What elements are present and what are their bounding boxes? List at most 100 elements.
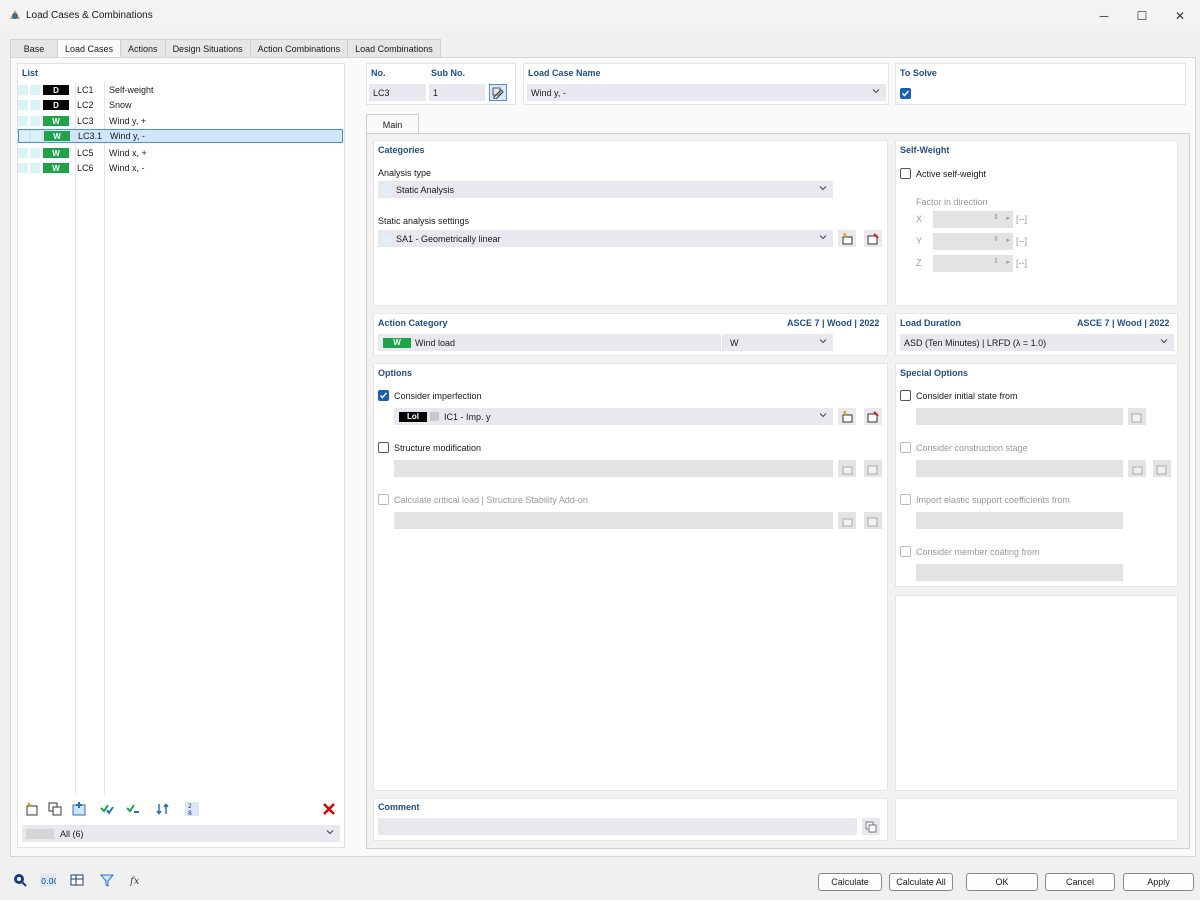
color-swatch — [30, 116, 40, 126]
new-stage-icon[interactable] — [1128, 460, 1146, 477]
list-item[interactable]: W LC5 Wind x, + — [18, 146, 343, 160]
list-header: List — [22, 68, 39, 78]
action-category-standard: ASCE 7 | Wood | 2022 — [787, 318, 880, 328]
list-item[interactable]: W LC6 Wind x, - — [18, 161, 343, 175]
load-case-name-select[interactable]: Wind y, - — [527, 84, 886, 101]
list-item[interactable]: W LC3 Wind y, + — [18, 114, 343, 128]
critical-load-select[interactable] — [394, 512, 833, 529]
list-panel — [17, 63, 345, 848]
comment-library-icon[interactable] — [862, 818, 880, 835]
chevron-down-icon — [819, 413, 827, 418]
new-critical-icon[interactable] — [838, 512, 856, 529]
active-self-weight-checkbox[interactable] — [900, 168, 911, 179]
analysis-type-select[interactable]: Static Analysis — [378, 181, 833, 198]
comment-label: Comment — [378, 802, 420, 812]
edit-imperfection-icon[interactable] — [864, 408, 882, 425]
list-item-id: LC1 — [77, 85, 94, 95]
subno-field[interactable]: 1 — [429, 84, 485, 101]
list-item[interactable]: D LC2 Snow — [18, 98, 343, 112]
calculate-all-button[interactable]: Calculate All — [889, 873, 953, 891]
factor-x-field[interactable]: ⇕ ▸ — [933, 211, 1013, 228]
uncheck-icon[interactable] — [125, 801, 141, 817]
structure-modification-select[interactable] — [394, 460, 833, 477]
elastic-support-checkbox[interactable] — [900, 494, 911, 505]
special-options-title: Special Options — [900, 368, 969, 378]
tab-load-cases[interactable]: Load Cases — [57, 39, 122, 58]
static-settings-select[interactable]: SA1 - Geometrically linear — [378, 230, 833, 247]
elastic-support-select[interactable] — [916, 512, 1123, 529]
consider-imperfection-checkbox[interactable] — [378, 390, 389, 401]
filter-icon[interactable] — [99, 872, 115, 888]
tab-action-combinations[interactable]: Action Combinations — [249, 39, 349, 57]
tab-design-situations[interactable]: Design Situations — [164, 39, 251, 57]
ok-button[interactable]: OK — [966, 873, 1038, 891]
structure-modification-checkbox[interactable] — [378, 442, 389, 453]
construction-stage-checkbox[interactable] — [900, 442, 911, 453]
list-filter-select[interactable]: All (6) — [22, 825, 340, 842]
formula-icon[interactable]: fx — [128, 872, 144, 888]
renumber-icon[interactable] — [155, 801, 171, 817]
member-coating-select[interactable] — [916, 564, 1123, 581]
load-duration-standard: ASCE 7 | Wood | 2022 — [1077, 318, 1170, 328]
to-solve-checkbox[interactable] — [900, 88, 911, 99]
edit-icon[interactable] — [489, 84, 507, 101]
new-item-icon[interactable] — [24, 801, 40, 817]
color-swatch — [18, 100, 28, 110]
units-icon[interactable]: 0.00 — [40, 872, 56, 888]
tab-strip: Base Load Cases Actions Design Situation… — [10, 39, 441, 58]
member-coating-checkbox[interactable] — [900, 546, 911, 557]
calculate-button[interactable]: Calculate — [818, 873, 882, 891]
sort-icon[interactable]: 28 — [184, 801, 200, 817]
factor-z-field[interactable]: ⇕ ▸ — [933, 255, 1013, 272]
help-search-icon[interactable] — [12, 872, 28, 888]
comment-field[interactable] — [378, 818, 857, 835]
list-filter-value: All (6) — [60, 828, 84, 839]
new-settings-icon[interactable] — [838, 230, 856, 247]
copy-icon[interactable] — [47, 801, 63, 817]
table-settings-icon[interactable] — [69, 872, 85, 888]
edit-modification-icon[interactable] — [864, 460, 882, 477]
factor-direction-label: Factor in direction — [916, 197, 988, 207]
color-swatch — [18, 116, 28, 126]
imperfection-select[interactable]: Lol IC1 - Imp. y — [394, 408, 833, 425]
tab-load-combinations[interactable]: Load Combinations — [347, 39, 441, 57]
maximize-icon[interactable]: ☐ — [1123, 0, 1161, 31]
chevron-down-icon — [326, 830, 334, 835]
consider-imperfection-label: Consider imperfection — [394, 391, 482, 401]
no-field[interactable]: LC3 — [369, 84, 426, 101]
construction-stage-select[interactable] — [916, 460, 1123, 477]
tab-main[interactable]: Main — [366, 114, 419, 134]
type-badge: W — [43, 116, 69, 126]
initial-state-checkbox[interactable] — [900, 390, 911, 401]
new-modification-icon[interactable] — [838, 460, 856, 477]
tab-actions[interactable]: Actions — [120, 39, 166, 57]
action-category-select[interactable]: W Wind load W — [378, 334, 833, 351]
factor-y-field[interactable]: ⇕ ▸ — [933, 233, 1013, 250]
apply-button[interactable]: Apply — [1123, 873, 1194, 891]
svg-text:2: 2 — [188, 803, 192, 810]
type-badge: W — [43, 163, 69, 173]
type-badge: D — [43, 85, 69, 95]
delete-icon[interactable] — [321, 801, 337, 817]
load-duration-select[interactable]: ASD (Ten Minutes) | LRFD (λ = 1.0) — [900, 334, 1174, 351]
initial-state-select[interactable] — [916, 408, 1123, 425]
cancel-button[interactable]: Cancel — [1045, 873, 1115, 891]
close-icon[interactable]: ✕ — [1161, 0, 1199, 31]
minimize-icon[interactable]: ─ — [1085, 0, 1123, 31]
unit-z: [--] — [1016, 258, 1027, 268]
load-duration-title: Load Duration — [900, 318, 961, 328]
list-item-selected[interactable]: W LC3.1 Wind y, - — [18, 129, 343, 143]
insert-icon[interactable] — [71, 801, 87, 817]
new-imperfection-icon[interactable] — [838, 408, 856, 425]
edit-settings-icon[interactable] — [864, 230, 882, 247]
edit-initial-icon[interactable] — [1128, 408, 1146, 425]
initial-state-label: Consider initial state from — [916, 391, 1018, 401]
tab-base[interactable]: Base — [10, 39, 58, 57]
color-swatch — [382, 184, 392, 195]
list-item[interactable]: D LC1 Self-weight — [18, 83, 343, 97]
edit-stage-icon[interactable] — [1153, 460, 1171, 477]
critical-load-checkbox[interactable] — [378, 494, 389, 505]
load-case-name-value: Wind y, - — [531, 87, 566, 98]
edit-critical-icon[interactable] — [864, 512, 882, 529]
check-all-icon[interactable] — [99, 801, 115, 817]
